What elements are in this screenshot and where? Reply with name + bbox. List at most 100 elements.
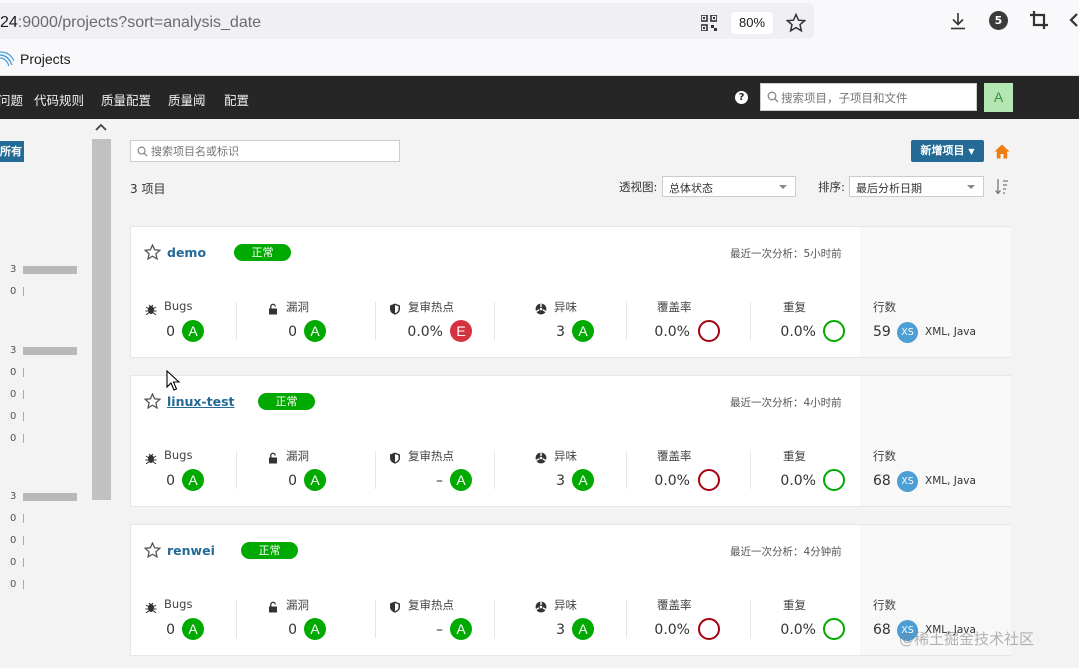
facet-row[interactable]: 0 [10,557,24,569]
facet-count: 3 [10,345,17,356]
vulns-icon [267,449,279,464]
divider [494,600,495,638]
nav-administration[interactable]: 配置 [224,90,249,109]
sort-direction-icon[interactable] [995,178,1009,195]
zoom-level[interactable]: 80% [731,12,773,34]
project-name-link[interactable]: demo [167,245,206,260]
project-search[interactable] [130,140,400,162]
sort-select[interactable]: 最后分析日期 [849,176,984,197]
metric-label: 重复 [783,449,806,463]
new-project-button[interactable]: 新增项目 ▼ [911,140,984,162]
facet-count: 0 [10,579,17,590]
metric-label: 异味 [554,300,577,314]
home-icon[interactable] [994,144,1010,159]
new-project-label: 新增项目 [920,144,965,157]
divider [626,302,627,340]
url-bar[interactable]: 24:9000/projects?sort=analysis_date 80% [0,3,814,39]
metric-value: 0.0% [654,622,690,638]
nav-rules[interactable]: 代码规则 [34,90,84,109]
metric-value: 59 [873,324,891,340]
facet-row[interactable]: 3 [10,264,77,276]
hotspots-icon [389,598,401,613]
facet-count: 0 [10,513,17,524]
nav-issues[interactable]: 问题 [0,90,23,109]
metric-value: – [436,473,443,489]
watermark: @稀土掘金技术社区 [899,630,1035,648]
project-search-input[interactable] [151,143,391,159]
back-arrow-icon[interactable] [1069,12,1079,28]
metric-value: 0 [288,473,297,489]
facet-bar [23,514,24,523]
divider [494,451,495,489]
metric-value: 0.0% [654,324,690,340]
search-icon [767,91,779,103]
caret-down-icon: ▼ [968,147,975,156]
quality-gate-badge: 正常 [241,542,298,559]
favorite-star-icon[interactable] [144,244,161,260]
projects-main: 新增项目 ▼ 3 项目 透视图: 总体状态 排序: 最后分析日期 demo正常最… [112,119,1079,668]
hotspots-icon [389,300,401,315]
facet-row[interactable]: 0 [10,286,24,298]
size-badge: XS [897,471,918,492]
avatar[interactable]: A [984,83,1013,112]
hotspots-icon [389,449,401,464]
facet-bar [23,347,77,355]
metric-label: 复审热点 [408,449,454,463]
facet-row[interactable]: 3 [10,491,77,503]
rating-badge: E [450,320,472,342]
nav-quality-profiles[interactable]: 质量配置 [101,90,151,109]
url-text[interactable]: 24:9000/projects?sort=analysis_date [0,14,261,32]
rating-badge: A [304,618,326,640]
facet-row[interactable]: 0 [10,433,24,445]
facet-row[interactable]: 0 [10,513,24,525]
download-icon[interactable] [948,11,968,31]
last-analysis-text: 最近一次分析：4小时前 [730,397,842,409]
chevron-up-icon[interactable] [95,122,107,132]
facet-bar [23,390,24,399]
metric-label: 覆盖率 [657,300,692,314]
divider [494,302,495,340]
coverage-ring-icon [698,320,720,342]
filter-all-button[interactable]: 所有 [0,141,24,162]
last-analysis-text: 最近一次分析：5小时前 [730,248,842,260]
favorite-star-icon[interactable] [144,542,161,558]
global-search-input[interactable] [781,88,971,107]
bookmark-star-icon[interactable] [786,13,806,33]
coverage-ring-icon [698,469,720,491]
metric-value: 0.0% [407,324,443,340]
divider [750,302,751,340]
favorite-star-icon[interactable] [144,393,161,409]
divider [375,302,376,340]
metric-value: 0.0% [780,622,816,638]
metric-label: 漏洞 [286,300,309,314]
facet-row[interactable]: 0 [10,535,24,547]
facet-row[interactable]: 0 [10,579,24,591]
facet-row[interactable]: 0 [10,367,24,379]
bookmark-projects[interactable]: Projects [20,51,71,67]
facet-bar [23,434,24,443]
facet-row[interactable]: 0 [10,411,24,423]
extension-badge-icon[interactable]: 5 [989,11,1008,30]
facet-row[interactable]: 3 [10,345,77,357]
project-card: renwei 正常 最近一次分析：4分钟前 Bugs 0 A 漏洞 0 A 复审热点 – A 异味 3 A 覆… [130,524,1011,656]
metric-label: 复审热点 [408,300,454,314]
project-name-link[interactable]: renwei [167,543,215,558]
facet-bar [23,368,24,377]
facet-row[interactable]: 0 [10,389,24,401]
perspective-select[interactable]: 总体状态 [662,176,796,197]
qr-code-icon[interactable] [701,15,717,31]
nav-quality-gates[interactable]: 质量阈 [168,90,206,109]
global-search[interactable] [760,83,977,111]
help-icon[interactable]: ? [735,91,748,104]
sidebar-scrollbar[interactable] [92,139,111,500]
caret-down-icon [967,185,975,189]
project-name-link[interactable]: linux-test [167,394,235,409]
languages-text: XML, Java [925,326,976,338]
divider [626,451,627,489]
metric-value: 0 [166,473,175,489]
metric-value: 0.0% [780,473,816,489]
smells-icon [535,449,547,464]
metric-label: 覆盖率 [657,598,692,612]
browser-toolbar: 24:9000/projects?sort=analysis_date 80% … [0,0,1079,42]
crop-icon[interactable] [1030,11,1048,29]
